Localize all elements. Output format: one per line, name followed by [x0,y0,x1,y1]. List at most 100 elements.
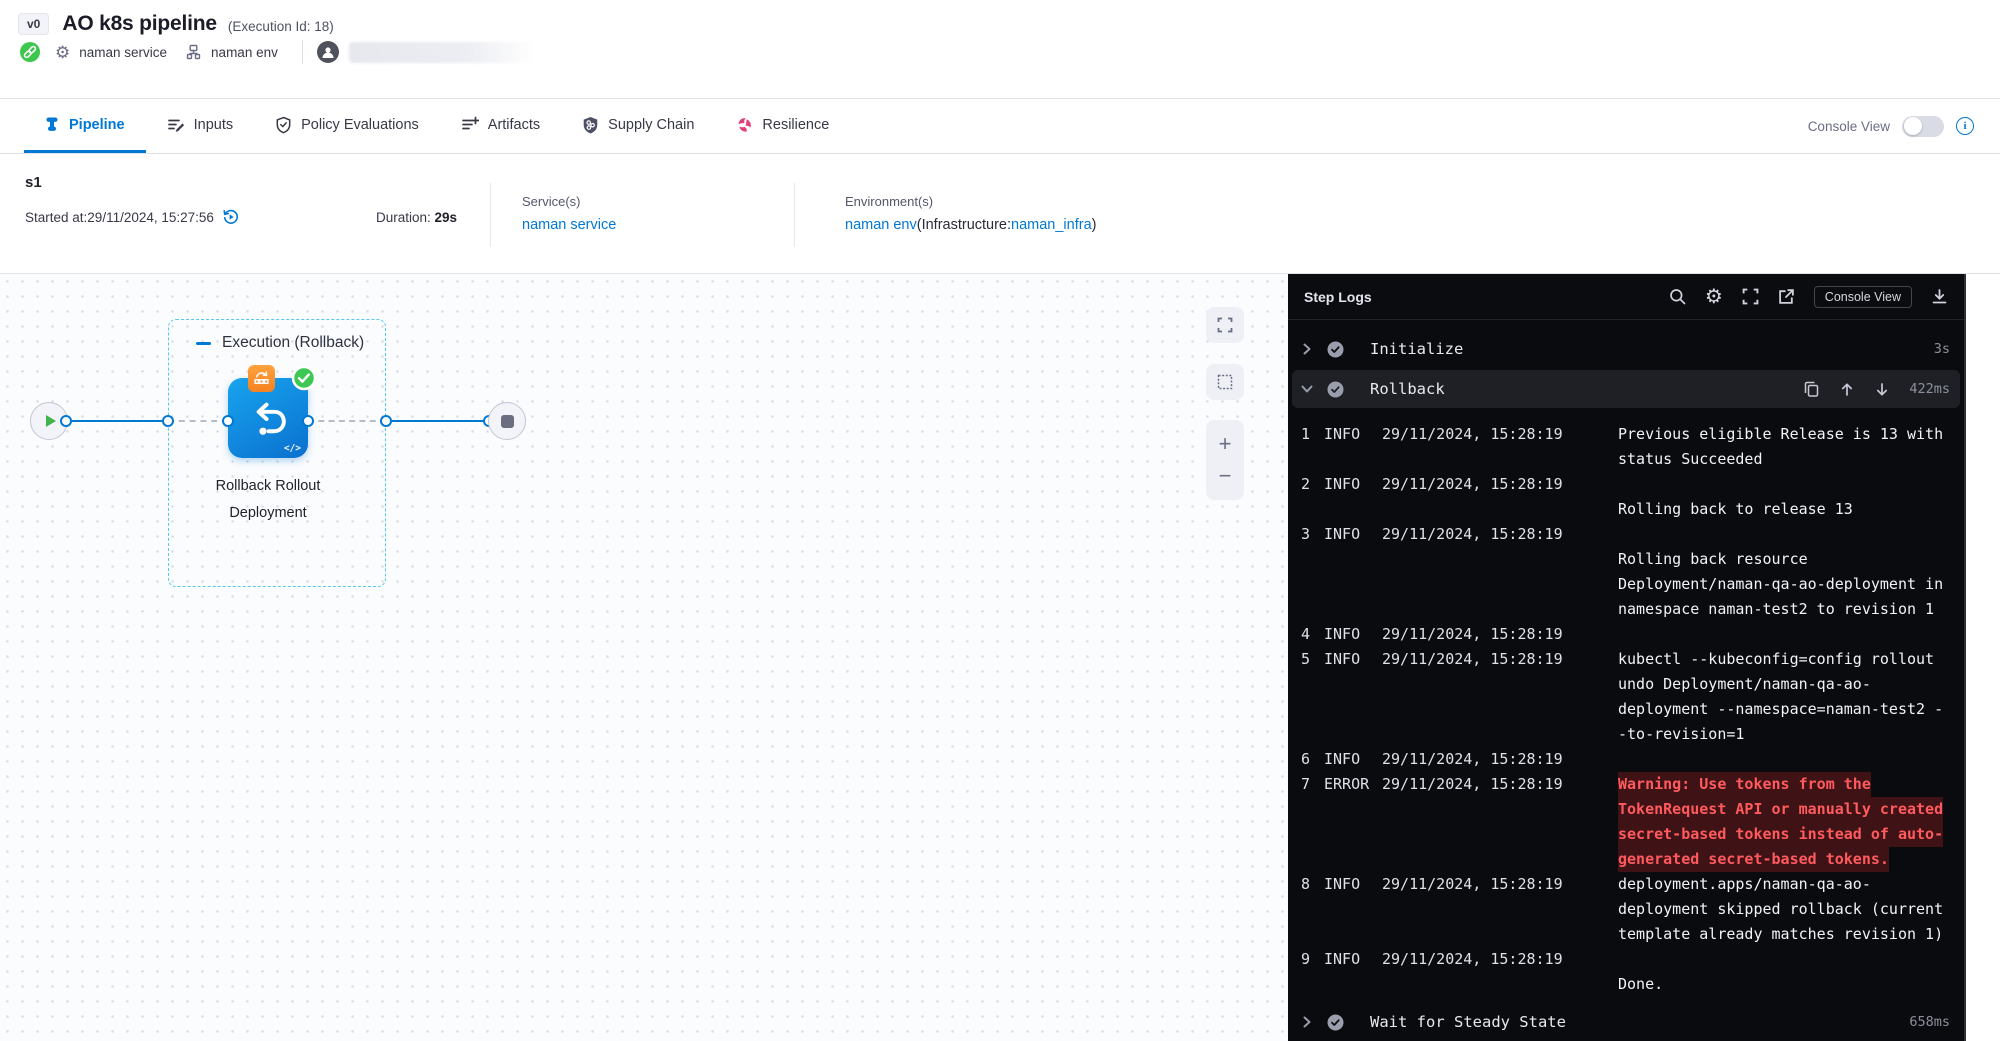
log-level: INFO [1324,947,1374,972]
infra-prefix: (Infrastructure: [917,217,1011,233]
section-duration: 422ms [1909,381,1950,397]
service-link[interactable]: naman service [522,217,616,233]
log-message: template already matches revision 1) [1618,922,1943,947]
tab-inputs[interactable]: Inputs [146,99,255,153]
tab-policy-evaluations[interactable]: Policy Evaluations [254,99,440,153]
collapse-minus-icon[interactable] [196,342,211,345]
cd-module-icon [20,42,40,62]
log-timestamp [1382,897,1604,922]
tab-artifacts[interactable]: Artifacts [440,99,561,153]
chevron-right-icon[interactable] [1300,1015,1314,1029]
chevron-right-icon[interactable] [1300,342,1314,356]
pipeline-canvas[interactable]: Execution (Rollback) </> [0,274,1288,1041]
log-line: Rolling back resource [1288,547,1964,572]
infra-suffix: ) [1092,217,1097,233]
log-timestamp [1382,597,1604,622]
log-message: deployment --namespace=naman-test2 - [1618,697,1943,722]
zoom-out-button[interactable]: − [1219,465,1232,487]
environment-link[interactable]: naman env [845,217,917,233]
tab-supply-chain[interactable]: Supply Chain [561,99,715,153]
section-duration: 3s [1934,341,1950,357]
log-body: 1 INFO 29/11/2024, 15:28:19 Previous eli… [1288,410,1964,1003]
open-in-new-icon[interactable] [1778,288,1795,305]
step-logs-header: Step Logs ⚙ Console View [1288,274,1964,320]
log-timestamp [1382,697,1604,722]
tab-pipeline[interactable]: Pipeline [24,99,146,153]
section-title: Wait for Steady State [1370,1013,1566,1031]
edge-group-to-end [386,420,489,422]
log-message: Rolling back to release 13 [1618,497,1853,522]
stage-bar: s1 Started at: 29/11/2024, 15:27:56 Dura… [0,155,2000,274]
execution-id: (Execution Id: 18) [228,19,334,34]
expand-fullscreen-icon[interactable] [1742,288,1759,305]
rollback-step-node[interactable]: </> [228,378,308,458]
log-level [1324,847,1374,872]
rollout-deployment-badge-icon [248,365,275,392]
stage-divider [794,183,795,247]
console-view-button[interactable]: Console View [1814,286,1912,308]
console-view-toggle[interactable] [1902,116,1944,137]
log-message: status Succeeded [1618,447,1763,472]
log-message: deployment skipped rollback (current [1618,897,1943,922]
connector-dot [60,415,72,427]
service-gear-icon[interactable]: ⚙ [55,44,70,61]
log-line-number: 6 [1296,747,1310,772]
log-message: -to-revision=1 [1618,722,1744,747]
log-line-number [1296,722,1310,747]
page-header: v0 AO k8s pipeline (Execution Id: 18) ⚙ … [0,0,2000,99]
search-icon[interactable] [1669,288,1686,305]
log-line: Deployment/naman-qa-ao-deployment in [1288,572,1964,597]
log-timestamp [1382,972,1604,997]
header-service-name[interactable]: naman service [79,45,167,60]
log-section-wait-for-steady-state[interactable]: Wait for Steady State 658ms [1288,1003,1964,1041]
header-environment-name[interactable]: naman env [211,45,278,60]
log-level: INFO [1324,872,1374,897]
end-node [488,402,526,440]
code-step-glyph: </> [284,443,301,454]
started-value: 29/11/2024, 15:27:56 [87,210,214,225]
zoom-in-button[interactable]: + [1219,433,1232,455]
duration: Duration: 29s [376,210,457,225]
tab-label: Pipeline [69,117,125,133]
canvas-zoom-control: + − [1206,420,1244,500]
log-line-number [1296,847,1310,872]
log-line-number [1296,697,1310,722]
avatar[interactable] [317,41,339,63]
log-line: secret-based tokens instead of auto- [1288,822,1964,847]
info-icon[interactable]: i [1956,117,1974,135]
environment-icon [185,44,202,61]
log-timestamp [1382,722,1604,747]
log-line: template already matches revision 1) [1288,922,1964,947]
app-root: v0 AO k8s pipeline (Execution Id: 18) ⚙ … [0,0,2000,1041]
download-logs-icon[interactable] [1931,288,1948,305]
scroll-down-icon[interactable] [1875,382,1889,397]
execution-group-label: Execution (Rollback) [185,334,364,352]
log-timestamp [1382,847,1604,872]
log-level: INFO [1324,472,1374,497]
log-line-number [1296,972,1310,997]
log-settings-gear-icon[interactable]: ⚙ [1705,287,1723,307]
infrastructure-link[interactable]: naman_infra [1011,217,1092,233]
rerun-history-icon[interactable] [222,208,240,226]
group-label-text: Execution (Rollback) [222,334,364,352]
scroll-up-icon[interactable] [1840,382,1854,397]
log-level [1324,447,1374,472]
copy-logs-icon[interactable] [1804,381,1819,397]
chevron-down-icon[interactable] [1300,383,1314,395]
tab-resilience[interactable]: Resilience [715,99,850,153]
log-timestamp [1382,547,1604,572]
canvas-select-button[interactable] [1206,364,1244,400]
log-message: TokenRequest API or manually created [1618,797,1943,822]
canvas-fit-view-button[interactable] [1206,307,1244,343]
step-node-label: Rollback Rollout Deployment [188,473,348,527]
log-line-number [1296,822,1310,847]
console-view-label: Console View [1808,119,1890,134]
log-section-initialize[interactable]: Initialize 3s [1288,330,1964,368]
log-section-rollback[interactable]: Rollback 422ms [1292,370,1960,408]
stage-divider [490,183,491,247]
step-success-icon [1327,1014,1344,1031]
duration-label: Duration: [376,210,435,225]
log-message: Previous eligible Release is 13 with [1618,422,1943,447]
log-message: generated secret-based tokens. [1618,847,1889,872]
log-line-number [1296,797,1310,822]
